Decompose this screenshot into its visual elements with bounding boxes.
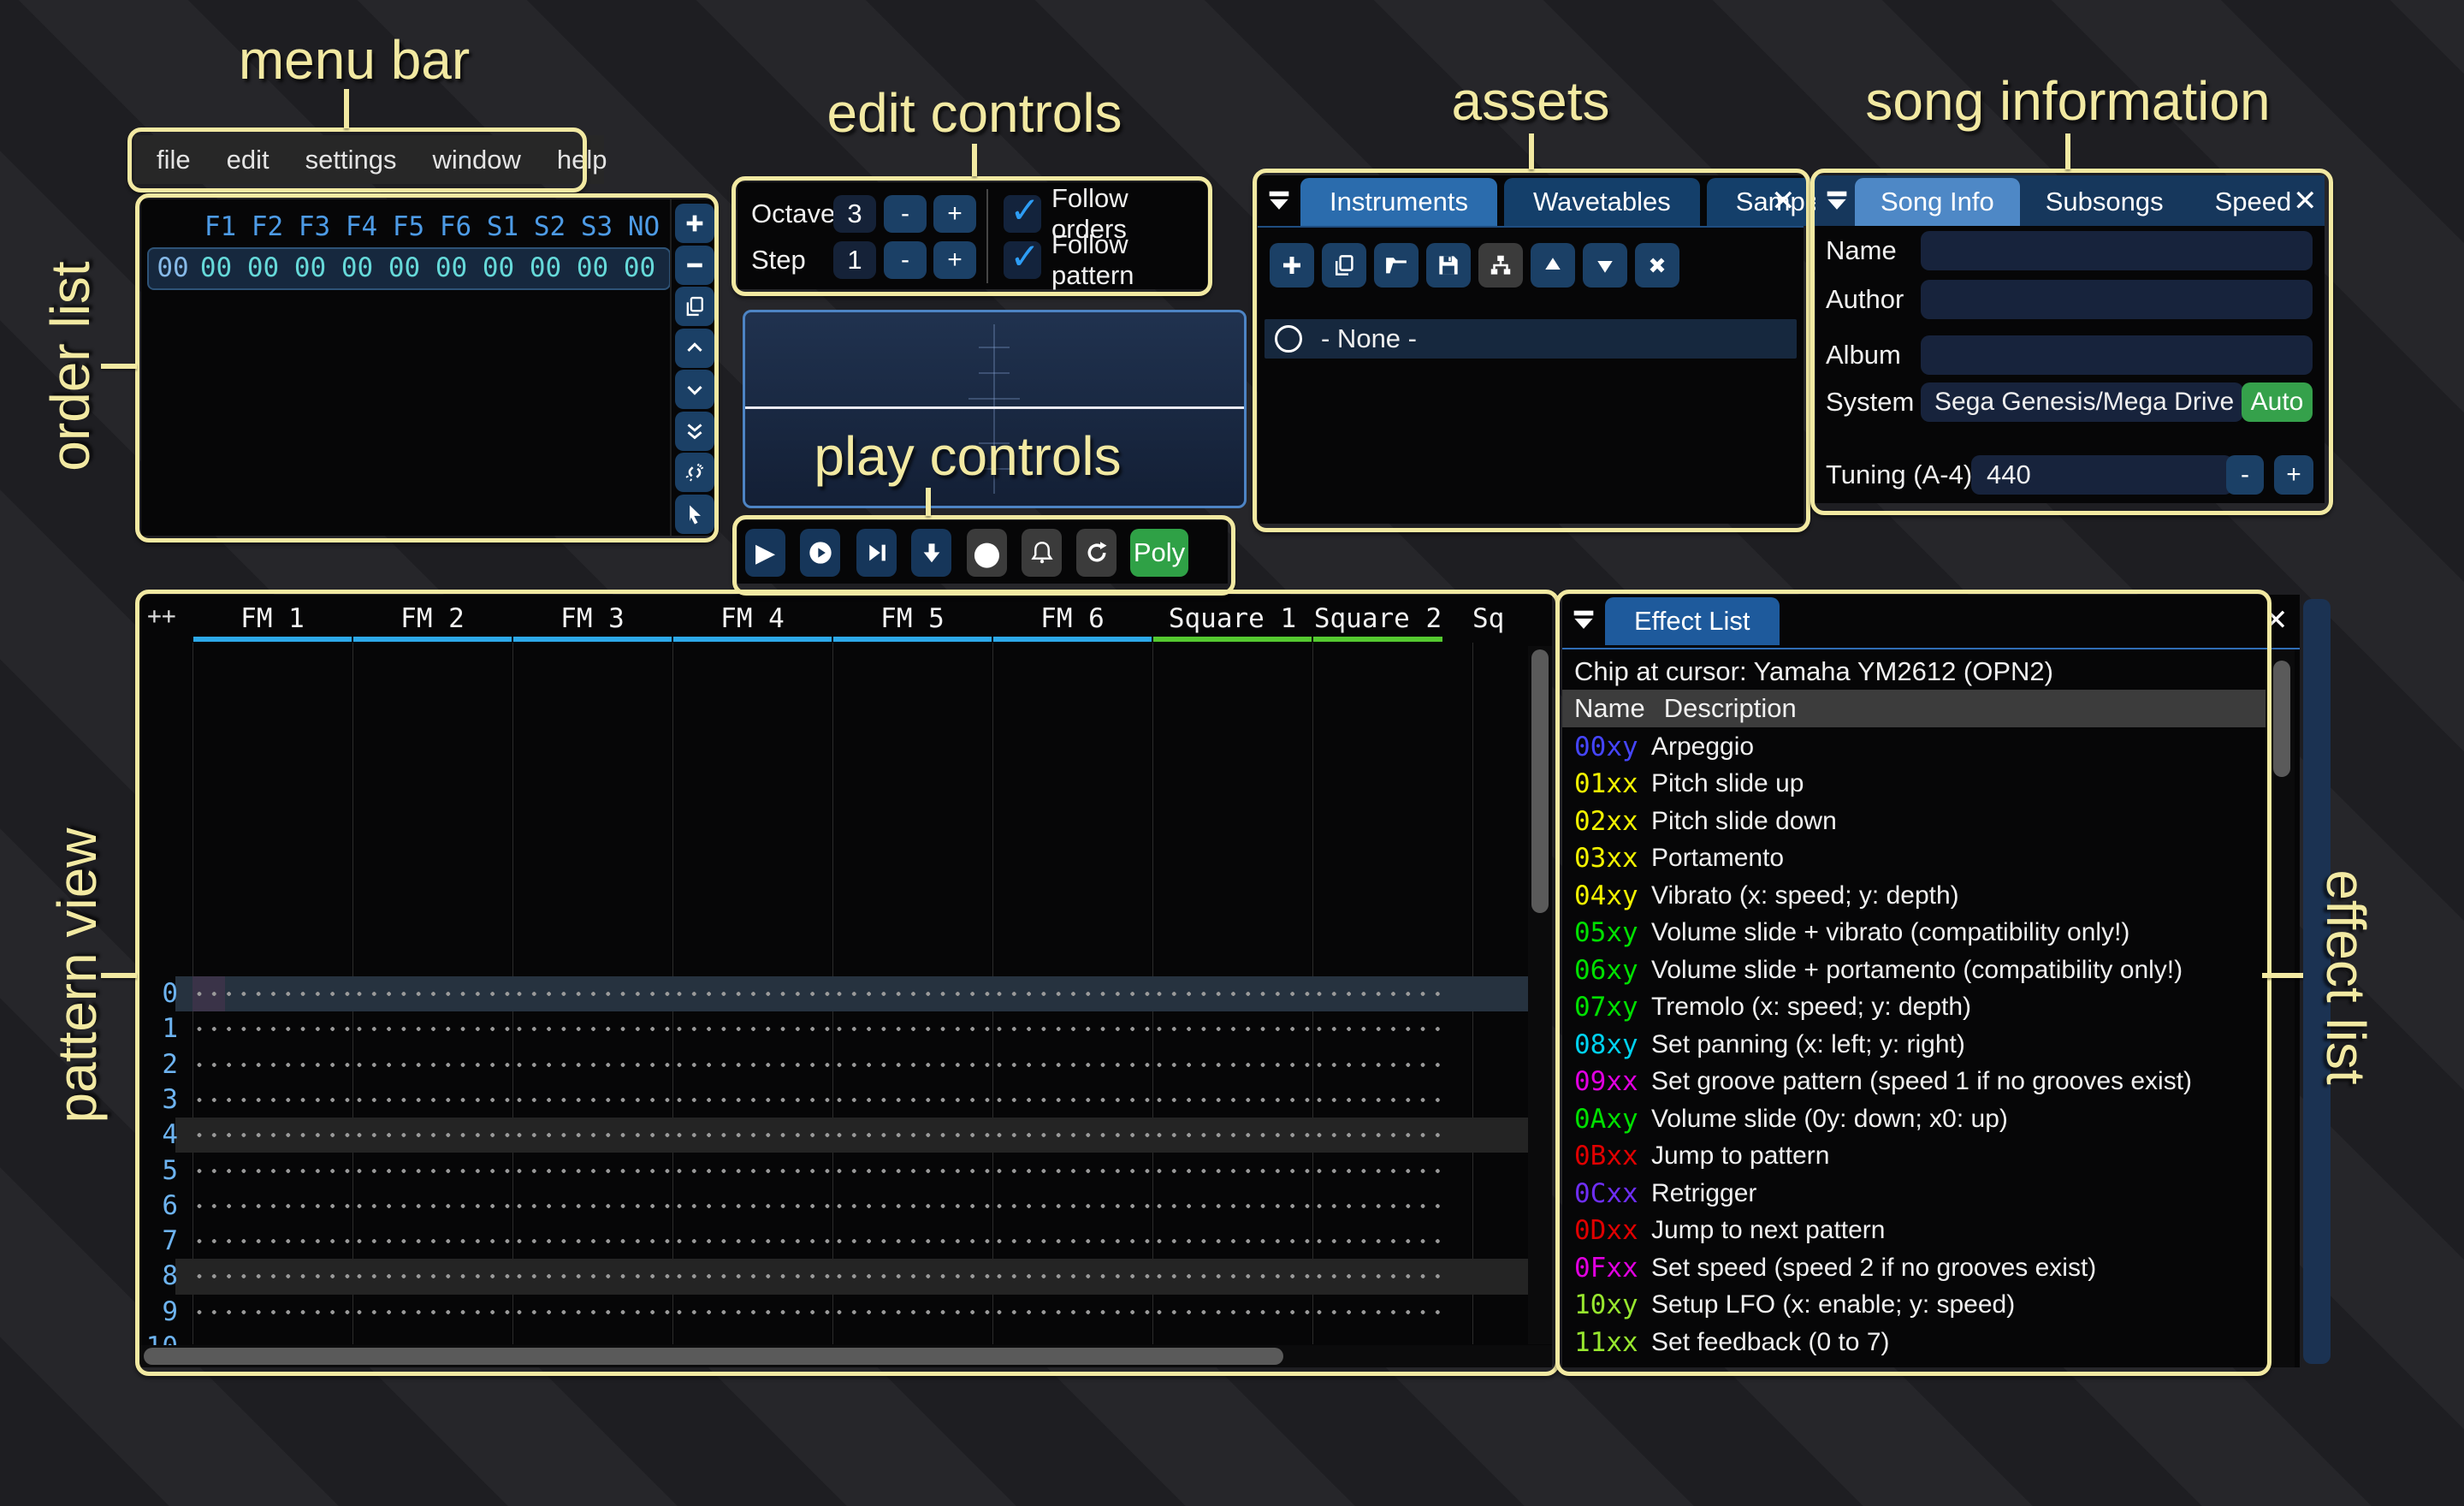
- annotation-song-information: song information: [1865, 70, 2271, 132]
- annotation-play-controls: play controls: [814, 425, 1122, 487]
- annotation-connector-effect-list: [2262, 973, 2303, 978]
- oscilloscope-tick: [979, 347, 1010, 348]
- annotation-box-edit-controls: [732, 176, 1212, 296]
- annotation-effect-list: effect list: [2315, 869, 2377, 1085]
- effect-vscrollbar-thumb[interactable]: [2273, 661, 2290, 777]
- annotation-menu-bar: menu bar: [238, 29, 471, 91]
- effect-vscrollbar-track[interactable]: [2269, 649, 2295, 1367]
- oscilloscope-tick: [968, 398, 1020, 400]
- annotation-connector-assets: [1529, 133, 1534, 169]
- oscilloscope-tick: [979, 372, 1010, 374]
- annotation-connector-song-info: [2065, 133, 2070, 169]
- annotation-connector-edit-controls: [972, 144, 977, 176]
- annotation-box-effect-list: [1555, 590, 2272, 1376]
- oscilloscope-waveform-line: [745, 406, 1244, 409]
- annotation-edit-controls: edit controls: [826, 82, 1122, 144]
- annotation-pattern-view: pattern view: [46, 827, 108, 1124]
- annotation-connector-menu-bar: [344, 89, 349, 128]
- desktop-background: { "annotations": { "menu_bar": "menu bar…: [0, 0, 2464, 1506]
- annotation-box-assets: [1253, 169, 1810, 532]
- annotation-order-list: order list: [39, 261, 101, 471]
- annotation-assets: assets: [1451, 70, 1610, 132]
- annotation-box-order-list: [135, 193, 719, 543]
- annotation-box-pattern-view: [135, 590, 1560, 1376]
- annotation-box-menu-bar: [127, 127, 587, 193]
- annotation-box-play-controls: [732, 515, 1235, 596]
- annotation-connector-order-list: [101, 364, 137, 369]
- annotation-connector-play-controls: [926, 488, 931, 516]
- annotation-box-song-info: [1810, 169, 2333, 515]
